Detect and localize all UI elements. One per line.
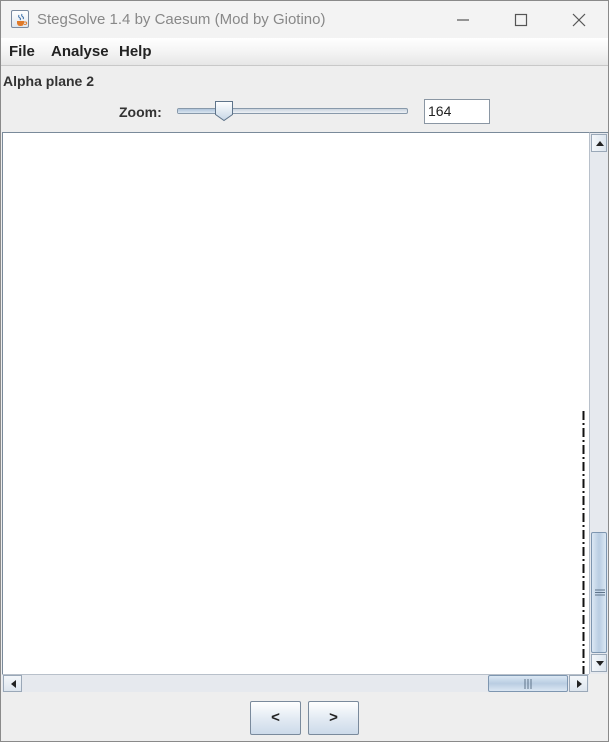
zoom-value-field[interactable]: 164 xyxy=(424,99,490,124)
vertical-scrollbar[interactable] xyxy=(589,132,608,674)
image-view[interactable] xyxy=(2,132,589,674)
vertical-scroll-thumb[interactable] xyxy=(591,532,607,653)
image-edge-pixels xyxy=(582,411,585,674)
previous-plane-button[interactable]: < xyxy=(250,701,301,735)
horizontal-scrollbar[interactable] xyxy=(2,674,589,692)
minimize-button[interactable] xyxy=(434,1,492,38)
scroll-up-button[interactable] xyxy=(591,134,607,152)
zoom-label: Zoom: xyxy=(119,104,162,120)
grip-icon xyxy=(595,589,605,596)
arrow-down-icon xyxy=(596,661,604,666)
maximize-icon xyxy=(514,13,528,27)
menu-analyse[interactable]: Analyse xyxy=(51,43,109,60)
plane-label: Alpha plane 2 xyxy=(3,73,95,89)
next-plane-button[interactable]: > xyxy=(308,701,359,735)
close-button[interactable] xyxy=(550,1,608,38)
java-cup-icon xyxy=(11,10,29,28)
menu-file[interactable]: File xyxy=(9,43,35,60)
window-title: StegSolve 1.4 by Caesum (Mod by Giotino) xyxy=(37,11,326,28)
maximize-button[interactable] xyxy=(492,1,550,38)
scroll-left-button[interactable] xyxy=(3,675,22,692)
scrollbar-corner xyxy=(589,674,608,692)
scroll-right-button[interactable] xyxy=(569,675,588,692)
menu-help[interactable]: Help xyxy=(119,43,152,60)
scroll-down-button[interactable] xyxy=(591,654,607,672)
arrow-right-icon xyxy=(577,680,582,688)
menu-bar: File Analyse Help xyxy=(1,38,608,66)
grip-icon xyxy=(524,679,532,689)
minimize-icon xyxy=(457,19,469,21)
stegsolve-window: StegSolve 1.4 by Caesum (Mod by Giotino)… xyxy=(0,0,609,742)
arrow-up-icon xyxy=(596,141,604,146)
arrow-left-icon xyxy=(11,680,16,688)
horizontal-scroll-thumb[interactable] xyxy=(488,675,568,692)
close-icon xyxy=(572,13,586,27)
title-bar[interactable]: StegSolve 1.4 by Caesum (Mod by Giotino) xyxy=(1,1,608,38)
zoom-slider[interactable] xyxy=(176,98,409,124)
zoom-slider-thumb[interactable] xyxy=(214,100,234,122)
